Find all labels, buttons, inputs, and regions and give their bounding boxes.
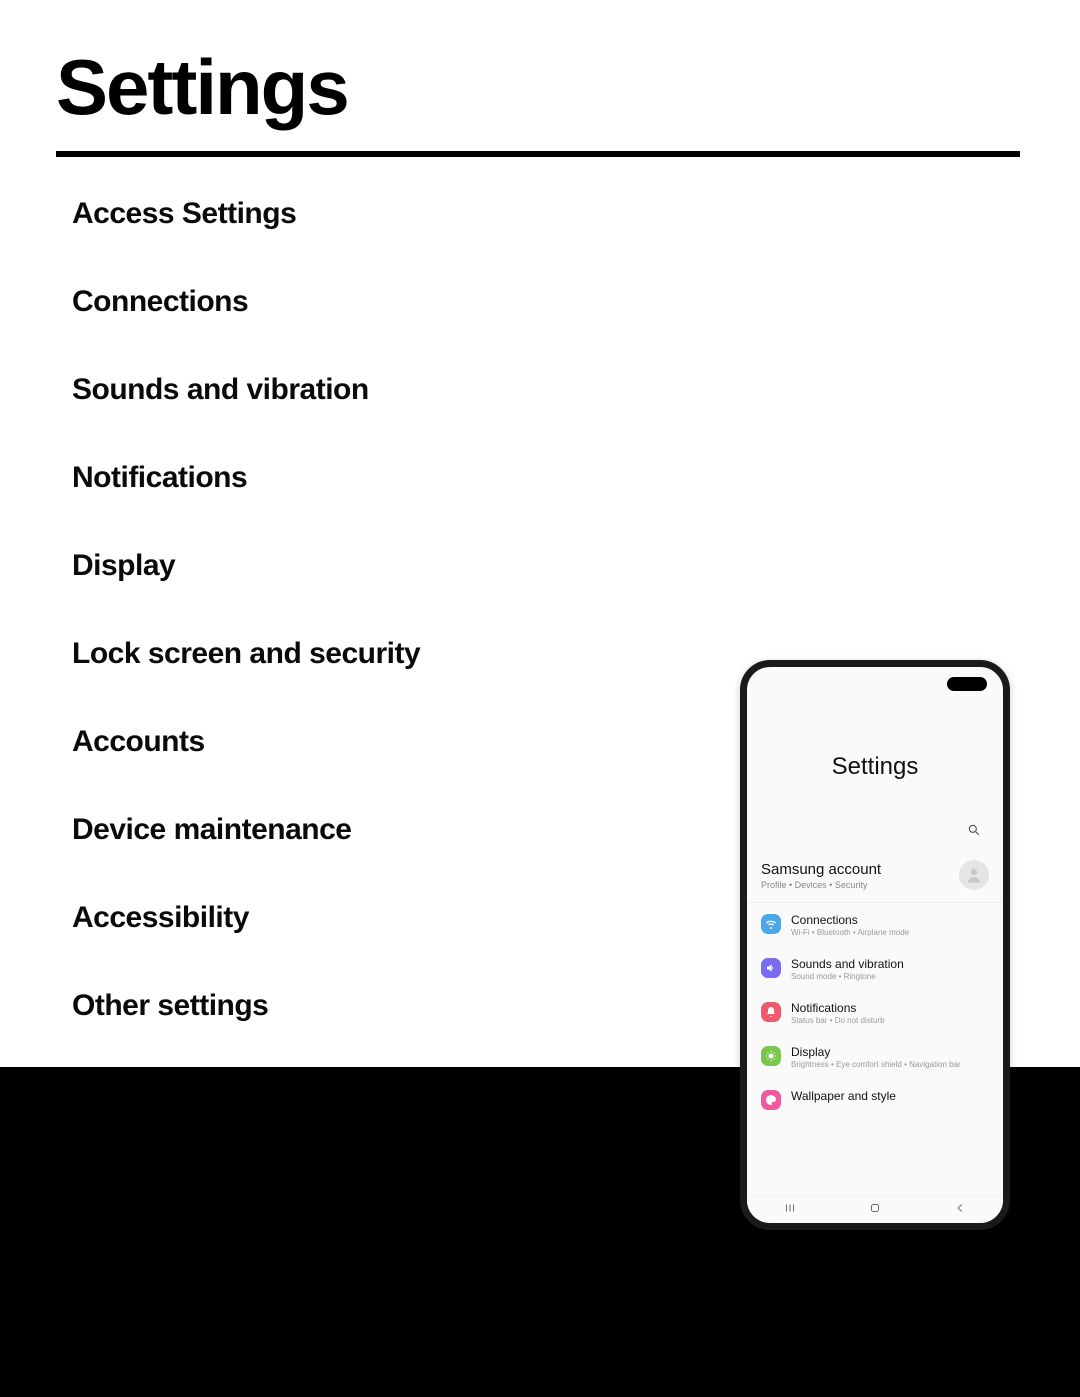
samsung-account-row[interactable]: Samsung account Profile • Devices • Secu… <box>747 852 1003 903</box>
toc-item-access-settings[interactable]: Access Settings <box>72 197 1080 231</box>
back-button[interactable] <box>953 1201 967 1218</box>
account-title: Samsung account <box>761 861 959 878</box>
row-title: Notifications <box>791 1001 991 1015</box>
wifi-icon <box>761 914 781 934</box>
phone-row-connections[interactable]: Connections Wi-Fi • Bluetooth • Airplane… <box>747 903 1003 947</box>
toc-item-sounds-vibration[interactable]: Sounds and vibration <box>72 373 1080 407</box>
phone-camera-notch <box>947 677 987 691</box>
row-title: Display <box>791 1045 991 1059</box>
phone-row-display[interactable]: Display Brightness • Eye comfort shield … <box>747 1035 1003 1079</box>
phone-row-notifications[interactable]: Notifications Status bar • Do not distur… <box>747 991 1003 1035</box>
home-button[interactable] <box>868 1201 882 1218</box>
phone-row-sounds[interactable]: Sounds and vibration Sound mode • Ringto… <box>747 947 1003 991</box>
row-title: Connections <box>791 913 991 927</box>
phone-mockup: Settings Samsung account Profile • Devic… <box>740 660 1010 1230</box>
row-subtitle: Status bar • Do not disturb <box>791 1016 991 1025</box>
toc-item-connections[interactable]: Connections <box>72 285 1080 319</box>
page-title: Settings <box>0 0 1080 151</box>
phone-nav-bar <box>747 1195 1003 1223</box>
phone-search-row <box>747 781 1003 852</box>
bell-icon <box>761 1002 781 1022</box>
row-subtitle: Brightness • Eye comfort shield • Naviga… <box>791 1060 991 1069</box>
account-text: Samsung account Profile • Devices • Secu… <box>761 861 959 890</box>
toc-item-display[interactable]: Display <box>72 549 1080 583</box>
avatar-icon <box>959 860 989 890</box>
palette-icon <box>761 1090 781 1110</box>
phone-settings-list: Connections Wi-Fi • Bluetooth • Airplane… <box>747 903 1003 1223</box>
row-title: Wallpaper and style <box>791 1089 991 1103</box>
row-title: Sounds and vibration <box>791 957 991 971</box>
phone-frame: Settings Samsung account Profile • Devic… <box>740 660 1010 1230</box>
phone-screen: Settings Samsung account Profile • Devic… <box>747 667 1003 1223</box>
sound-icon <box>761 958 781 978</box>
row-subtitle: Wi-Fi • Bluetooth • Airplane mode <box>791 928 991 937</box>
account-subtitle: Profile • Devices • Security <box>761 880 959 890</box>
phone-row-wallpaper[interactable]: Wallpaper and style <box>747 1079 1003 1120</box>
display-icon <box>761 1046 781 1066</box>
toc-item-notifications[interactable]: Notifications <box>72 461 1080 495</box>
recents-button[interactable] <box>783 1201 797 1218</box>
title-rule <box>56 151 1020 157</box>
row-subtitle: Sound mode • Ringtone <box>791 972 991 981</box>
search-icon[interactable] <box>967 823 981 842</box>
